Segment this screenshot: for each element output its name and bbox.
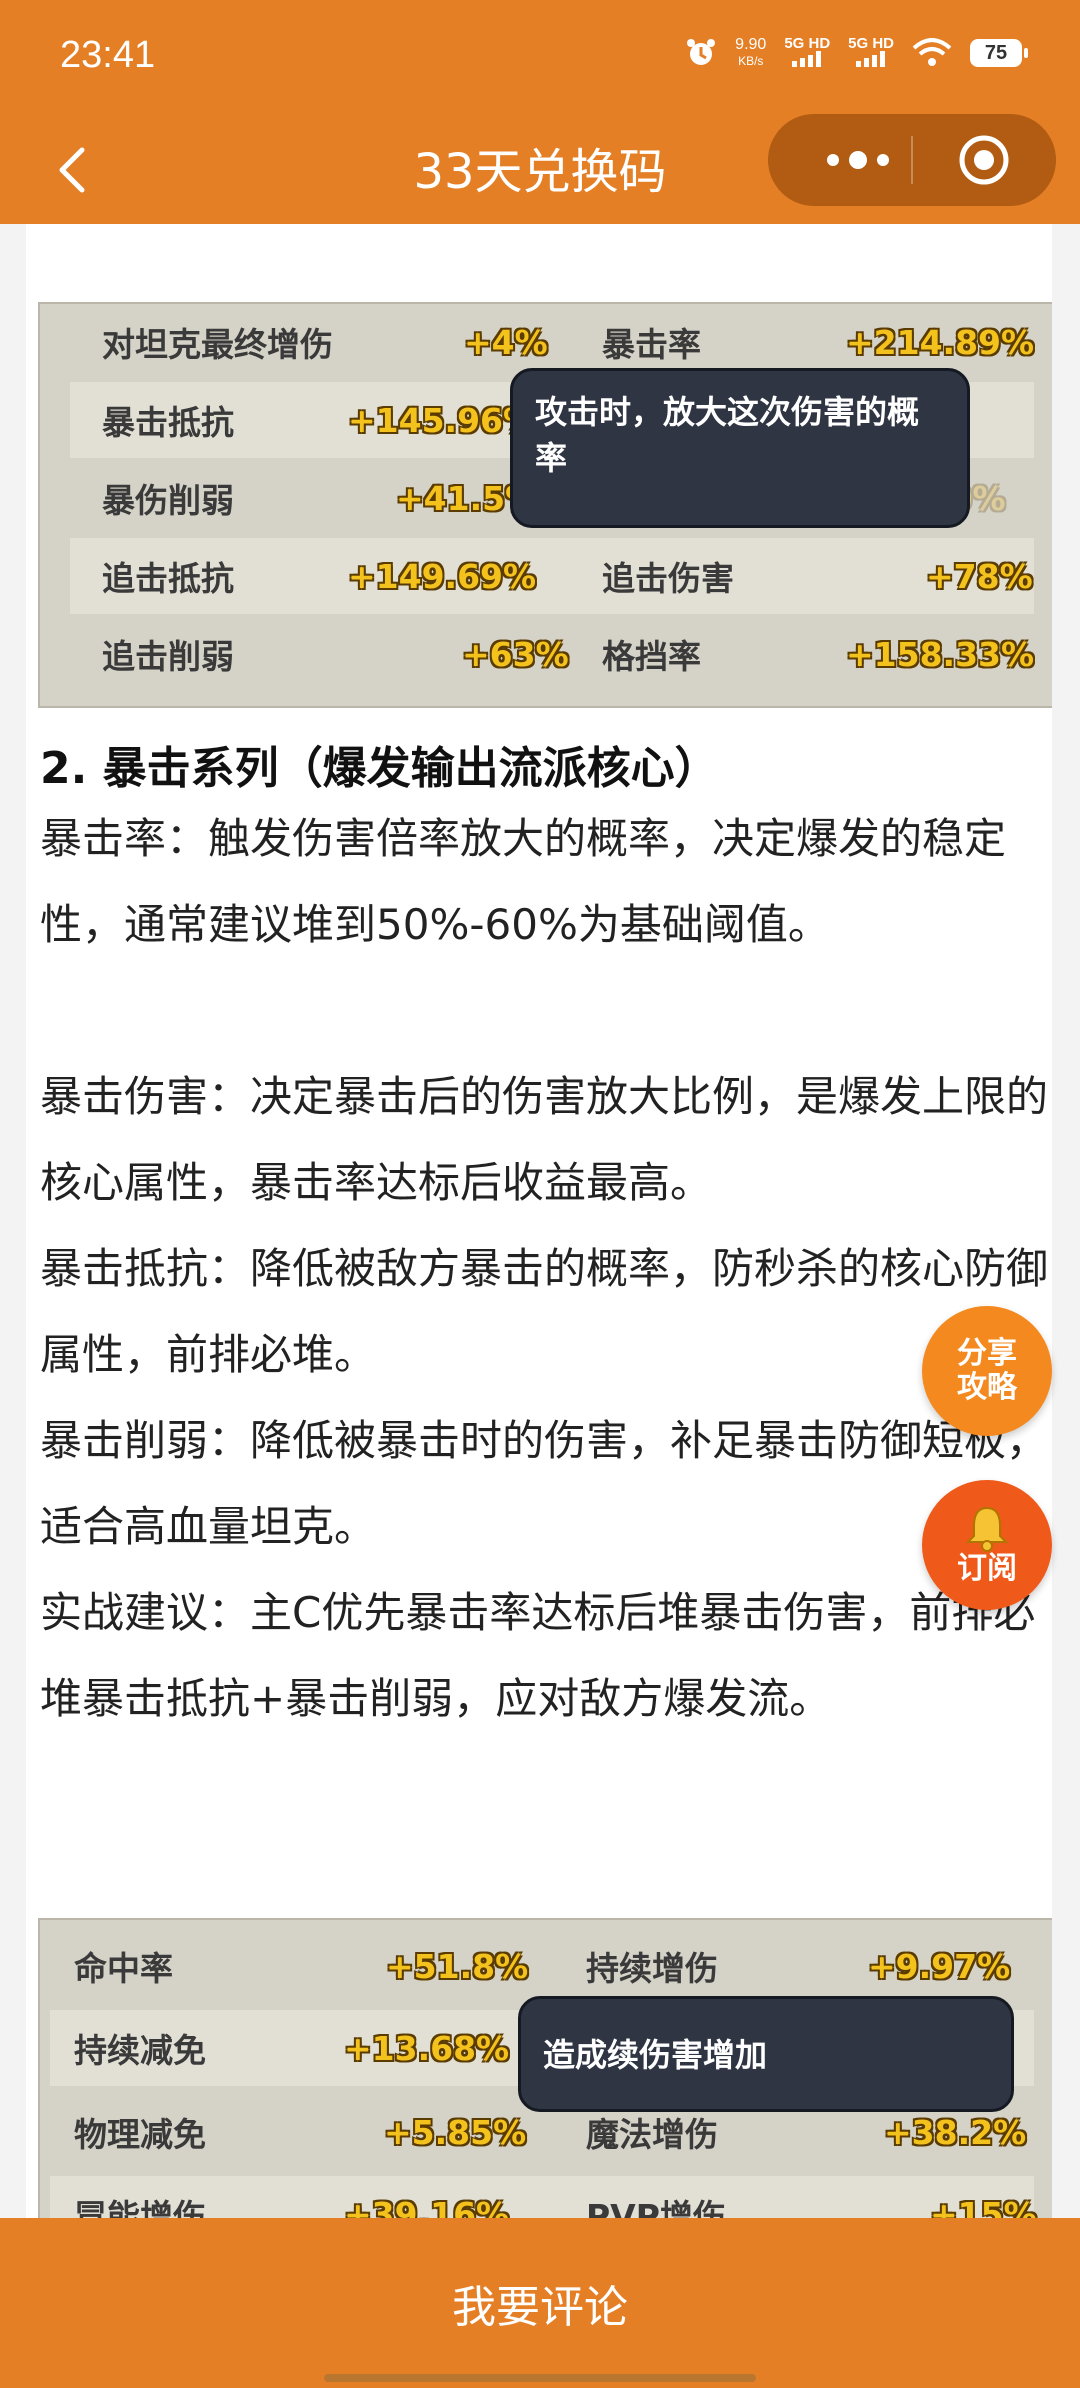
stat-label: 命中率 (74, 1949, 173, 1988)
stat-label: 暴击率 (602, 325, 701, 364)
stat-value: +39.16% (344, 2194, 510, 2219)
stat-row: 追击抵抗 +149.69% 追击伤害 +78% (70, 538, 1034, 614)
paragraph: 实战建议：主C优先暴击率达标后堆暴击伤害，前排必堆暴击抵抗+暴击削弱，应对敌方爆… (40, 1588, 1036, 1723)
section-heading: 2. 暴击系列（爆发输出流派核心） (40, 743, 719, 794)
dot-icon (849, 151, 867, 169)
stat-value: +63% (462, 634, 569, 674)
stat-label: 暴击抵抗 (102, 403, 234, 442)
nav-bar: 33天兑换码 (0, 114, 1080, 224)
signal-2: 5G HD (848, 34, 894, 70)
stat-value: +9.97% (868, 1946, 1011, 1986)
home-indicator (324, 2374, 756, 2382)
guide-label: 攻略 (957, 1370, 1017, 1405)
bell-icon (965, 1506, 1009, 1552)
share-guide-button[interactable]: 分享 攻略 (922, 1306, 1052, 1436)
stat-value: +158.33% (846, 634, 1035, 674)
paragraph: 暴击抵抗：降低被敌方暴击的概率，防秒杀的核心防御属性，前排必堆。 (40, 1244, 1049, 1379)
stat-label: 持续增伤 (586, 1949, 718, 1988)
stat-label: 物理减免 (74, 2115, 206, 2154)
stat-row: 冒能增伤 +39.16% PVP增伤 +15% (50, 2176, 1037, 2219)
dot-icon (827, 154, 839, 166)
more-menu-button[interactable] (808, 114, 908, 206)
paragraph: 暴击伤害：决定暴击后的伤害放大比例，是爆发上限的核心属性，暴击率达标后收益最高。 (40, 1072, 1049, 1207)
stat-value: +214.89% (846, 322, 1035, 362)
wifi-icon (912, 38, 952, 66)
stats-image-1: 对坦克最终增伤 +4% 暴击率 +214.89% 暴击抵抗 +145.96% 暴… (38, 302, 1052, 708)
subscribe-button[interactable]: 订阅 (922, 1480, 1052, 1610)
stat-tooltip: 攻击时，放大这次伤害的概率 (510, 368, 970, 528)
stat-label: 暴伤削弱 (102, 481, 234, 520)
battery-indicator: 75 (970, 39, 1028, 67)
speed-value: 9.90 (735, 36, 767, 53)
stat-label: 持续减免 (74, 2031, 206, 2070)
stat-value: +15% (930, 2194, 1037, 2219)
stat-value: +78% (926, 556, 1033, 596)
stat-value: +13.68% (344, 2028, 510, 2068)
subscribe-label: 订阅 (957, 1551, 1017, 1586)
comment-button[interactable]: 我要评论 (0, 2218, 1080, 2388)
capsule-divider (911, 136, 913, 184)
dot-icon (877, 154, 889, 166)
stat-row: 命中率 +51.8% 持续增伤 +9.97% (50, 1928, 1034, 2004)
stat-value: +4% (464, 322, 548, 362)
stat-label: 追击抵抗 (102, 559, 234, 598)
stat-label: PVP增伤 (586, 2197, 726, 2218)
signal-1-label: 5G HD (784, 34, 831, 52)
stat-label: 对坦克最终增伤 (102, 325, 333, 364)
clock: 23:41 (60, 34, 156, 76)
share-label: 分享 (957, 1336, 1017, 1371)
stat-value: +5.85% (384, 2112, 527, 2152)
paragraph: 暴击率：触发伤害倍率放大的概率，决定爆发的稳定性，通常建议堆到50%-60%为基… (40, 814, 1007, 949)
stat-row: 追击削弱 +63% 格挡率 +158.33% (70, 616, 1034, 692)
paragraph: 暴击削弱：降低被暴击时的伤害，补足暴击防御短板，适合高血量坦克。 (40, 1416, 1049, 1551)
stat-label: 追击伤害 (602, 559, 734, 598)
stat-value: +51.8% (386, 1946, 529, 1986)
stat-value: +149.69% (348, 556, 537, 596)
network-speed: 9.90 KB/s (735, 36, 766, 70)
stat-label: 格挡率 (602, 637, 701, 676)
article-content: 对坦克最终增伤 +4% 暴击率 +214.89% 暴击抵抗 +145.96% 暴… (26, 224, 1052, 2218)
stat-label: 冒能增伤 (74, 2197, 206, 2218)
signal-bars-icon (856, 50, 886, 67)
stat-tooltip: 造成续伤害增加 (518, 1996, 1014, 2112)
status-icons: 9.90 KB/s 5G HD 5G HD 75 (685, 34, 1028, 70)
close-target-icon[interactable] (958, 134, 1010, 186)
stat-value: +145.96% (348, 400, 537, 440)
top-bar: 23:41 9.90 KB/s 5G HD 5G HD 75 33天兑换码 (0, 0, 1080, 224)
speed-unit: KB/s (738, 54, 764, 68)
stat-label: 追击削弱 (102, 637, 234, 676)
signal-bars-icon (792, 50, 822, 67)
alarm-icon (687, 39, 716, 65)
stat-label: 魔法增伤 (586, 2115, 718, 2154)
stats-image-2: 命中率 +51.8% 持续增伤 +9.97% 持续减免 +13.68% 物理减免… (38, 1918, 1052, 2218)
stat-value: +38.2% (884, 2112, 1027, 2152)
signal-1: 5G HD (784, 34, 831, 70)
mini-program-capsule (768, 114, 1056, 206)
signal-2-label: 5G HD (848, 34, 894, 52)
bottom-bar: 我要评论 (0, 2218, 1080, 2388)
status-bar: 23:41 9.90 KB/s 5G HD 5G HD 75 (0, 0, 1080, 118)
